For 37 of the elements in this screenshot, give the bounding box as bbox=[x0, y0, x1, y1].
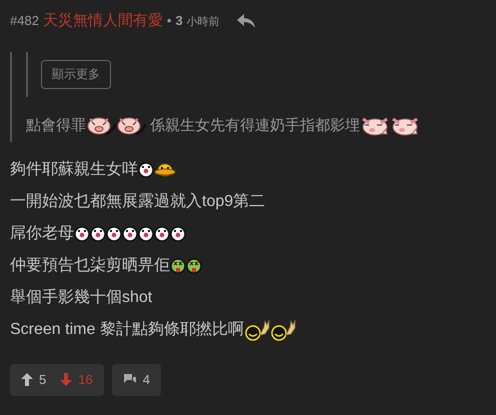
clown-face-icon bbox=[74, 226, 90, 242]
comment-text: Screen time 黎計點夠條耶撚比啊 bbox=[10, 320, 244, 340]
quote-text: 點會得罪 bbox=[26, 116, 86, 136]
rock-hand-smiley-icon bbox=[270, 318, 296, 340]
clown-face-icon bbox=[138, 162, 154, 178]
pig-icon bbox=[116, 116, 146, 136]
comment-text: 一開始波乜都無展露過就入top9第二 bbox=[10, 192, 266, 212]
rock-hand-smiley-icon bbox=[244, 318, 270, 340]
author-link[interactable]: 天災無情人間有愛 bbox=[42, 10, 163, 32]
pig-face-icon bbox=[360, 116, 390, 136]
separator-dot: • bbox=[166, 12, 172, 30]
down-arrow-icon bbox=[60, 373, 72, 386]
reply-icon[interactable] bbox=[237, 14, 256, 28]
pig-icon bbox=[86, 116, 116, 136]
show-more-button[interactable]: 顯示更多 bbox=[41, 60, 111, 89]
downvote-button[interactable]: 16 bbox=[60, 364, 93, 396]
clown-face-icon bbox=[90, 226, 106, 242]
clown-face-icon bbox=[138, 226, 154, 242]
sick-face-icon bbox=[170, 258, 186, 274]
clown-face-icon bbox=[122, 226, 138, 242]
clown-face-icon bbox=[170, 226, 186, 242]
post-time: 3 小時前 bbox=[175, 12, 220, 30]
quote-text: 係親生女先有得連奶手指都影埋 bbox=[149, 116, 360, 136]
up-arrow-icon bbox=[21, 373, 33, 386]
duck-face-icon bbox=[154, 162, 176, 178]
comment-text: 屌你老母 bbox=[10, 224, 74, 244]
comment-text: 仲要預告乜柒剪晒畀佢 bbox=[10, 256, 170, 276]
clown-face-icon bbox=[106, 226, 122, 242]
speech-bubbles-icon bbox=[122, 373, 137, 386]
post-number: #482 bbox=[10, 12, 39, 30]
pig-face-icon bbox=[390, 116, 420, 136]
clown-face-icon bbox=[154, 226, 170, 242]
comment-text: 夠件耶蘇親生女咩 bbox=[10, 160, 138, 180]
upvote-button[interactable]: 5 bbox=[21, 364, 46, 396]
comment-text: 舉個手影幾十個shot bbox=[10, 288, 152, 308]
replies-button[interactable]: 4 bbox=[112, 364, 161, 396]
sick-face-icon bbox=[186, 258, 202, 274]
